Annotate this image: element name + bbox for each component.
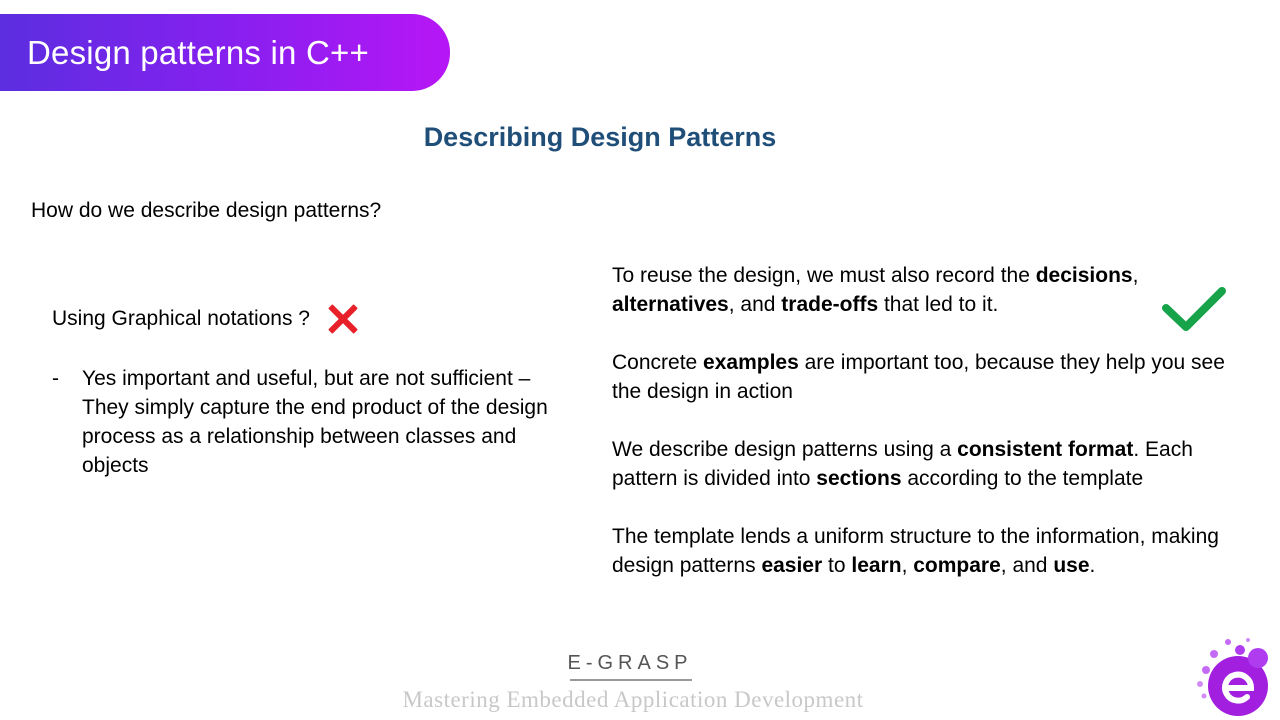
paragraph-format: We describe design patterns using a cons… [612,435,1232,493]
egrasp-logo [1197,638,1268,716]
bold-text: trade-offs [781,293,879,316]
graphical-notations-label: Using Graphical notations ? [52,307,310,330]
bold-text: compare [913,554,1001,577]
text-span: , [901,554,914,577]
bold-text: sections [816,467,902,490]
text-span: , and [728,293,782,316]
text-span: to [822,554,852,577]
bold-text: easier [761,554,823,577]
text-span: , [1132,264,1139,287]
slide-title: Design patterns in C++ [27,33,369,71]
text-span: We describe design patterns using a [612,438,958,461]
right-column: To reuse the design, we must also record… [612,261,1232,609]
bold-text: decisions [1035,264,1133,287]
text-span: that led to it. [878,293,999,316]
slide-heading: Describing Design Patterns [423,122,777,152]
bold-text: alternatives [612,293,729,316]
left-column: Using Graphical notations ? - Yes import… [52,300,572,480]
text-span: . [1089,554,1096,577]
checkmark-icon [1162,287,1226,331]
footer-tagline: Mastering Embedded Application Developme… [402,687,864,712]
text-span: , and [1000,554,1054,577]
title-banner: Design patterns in C++ [0,14,450,91]
bullet-text: Yes important and useful, but are not su… [82,367,548,477]
bold-text: examples [703,351,799,374]
paragraph-reuse: To reuse the design, we must also record… [612,261,1232,319]
text-span: Concrete [612,351,704,374]
footer-divider [570,679,692,681]
footer-brand: E-GRASP [567,652,693,674]
paragraph-template: The template lends a uniform structure t… [612,522,1232,580]
intro-question: How do we describe design patterns? [31,199,382,222]
paragraph-examples: Concrete examples are important too, bec… [612,348,1232,406]
bold-text: use [1053,554,1090,577]
graphical-notations-heading: Using Graphical notations ? [52,300,572,338]
cross-icon [324,300,362,338]
bold-text: learn [851,554,902,577]
text-span: To reuse the design, we must also record… [612,264,1036,287]
bullet-marker: - [52,367,59,390]
bullet-item: - Yes important and useful, but are not … [52,364,572,480]
bold-text: consistent format [957,438,1134,461]
text-span: according to the template [901,467,1144,490]
